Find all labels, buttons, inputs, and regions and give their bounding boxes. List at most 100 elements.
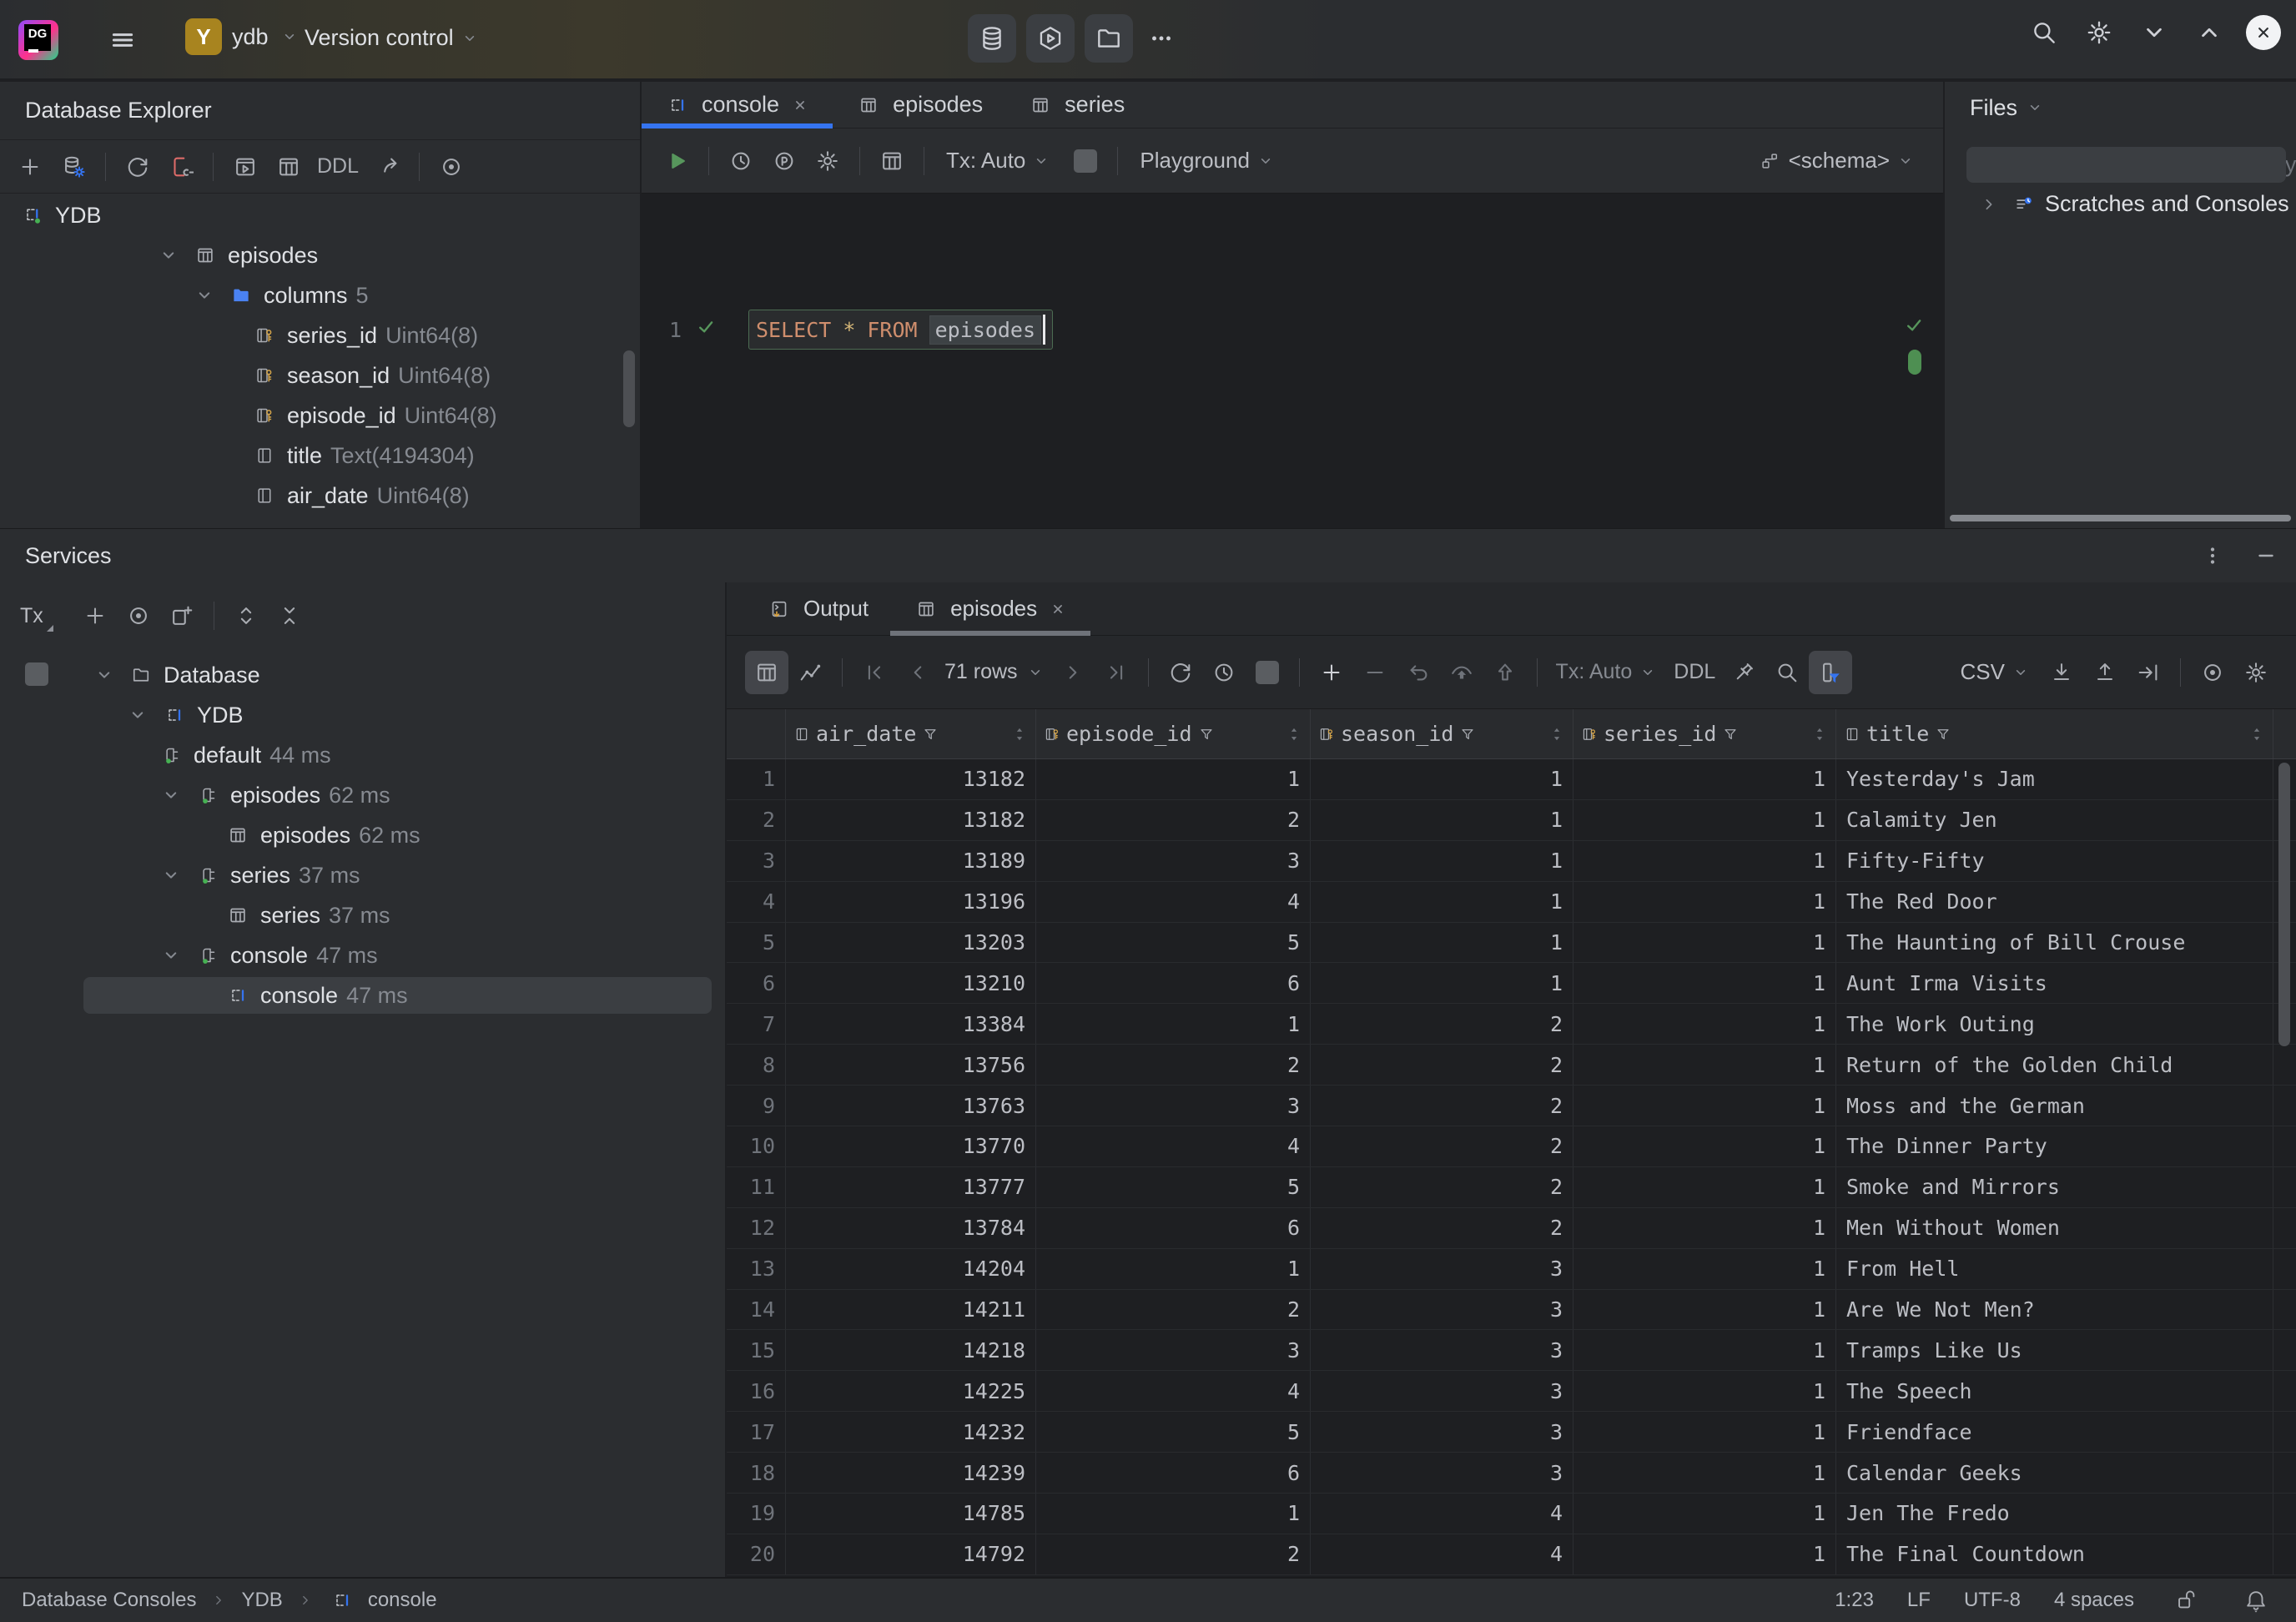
- tree-item-YDB[interactable]: YDB: [0, 695, 725, 735]
- data-cell[interactable]: 6: [1036, 1453, 1311, 1493]
- ddl-button[interactable]: DDL: [310, 154, 365, 179]
- open-in-new-tab-icon[interactable]: [164, 597, 200, 634]
- preview-changes-icon[interactable]: [1443, 654, 1480, 691]
- chevron-up-icon[interactable]: [2191, 14, 2228, 51]
- hide-panel-icon[interactable]: [2248, 537, 2284, 574]
- data-cell[interactable]: 1: [1573, 759, 1836, 799]
- open-in-editor-icon[interactable]: [2130, 654, 2167, 691]
- data-cell[interactable]: 13189: [786, 841, 1036, 881]
- data-cell[interactable]: 3: [1311, 1290, 1573, 1330]
- parameters-icon[interactable]: [766, 143, 803, 179]
- tree-item-columns[interactable]: columns5: [0, 275, 640, 315]
- data-cell[interactable]: 4: [1036, 1126, 1311, 1166]
- data-cell[interactable]: 1: [1573, 1534, 1836, 1574]
- data-cell[interactable]: 1: [1573, 800, 1836, 840]
- inspections-ok-icon[interactable]: [1900, 311, 1928, 340]
- chevron-down-icon[interactable]: [2136, 14, 2173, 51]
- data-cell[interactable]: 1: [1573, 1371, 1836, 1411]
- data-cell[interactable]: 6: [1036, 1208, 1311, 1248]
- data-cell[interactable]: 1: [1573, 1167, 1836, 1207]
- grid-tx-selector[interactable]: Tx: Auto: [1556, 660, 1659, 684]
- data-cell[interactable]: 2: [1036, 1534, 1311, 1574]
- data-cell[interactable]: 1: [1573, 1004, 1836, 1044]
- row-number-cell[interactable]: 14: [727, 1290, 786, 1330]
- data-cell[interactable]: 1: [1573, 923, 1836, 963]
- data-cell[interactable]: 1: [1573, 1086, 1836, 1126]
- data-cell[interactable]: 4: [1311, 1494, 1573, 1534]
- caret-position[interactable]: 1:23: [1835, 1589, 1874, 1612]
- data-cell[interactable]: 1: [1036, 759, 1311, 799]
- chevron-expanded-icon[interactable]: [157, 781, 185, 809]
- row-number-cell[interactable]: 9: [727, 1086, 786, 1126]
- add-row-icon[interactable]: [1313, 654, 1350, 691]
- files-header[interactable]: Files: [1945, 82, 2296, 133]
- data-cell[interactable]: 1: [1036, 1249, 1311, 1289]
- reload-data-icon[interactable]: [1162, 654, 1199, 691]
- tree-item-series[interactable]: series37 ms: [0, 895, 725, 935]
- filter-funnel-icon[interactable]: [1719, 723, 1741, 745]
- data-cell[interactable]: 14232: [786, 1412, 1036, 1452]
- data-cell[interactable]: 1: [1573, 1330, 1836, 1370]
- data-cell[interactable]: 3: [1036, 841, 1311, 881]
- tree-item-default[interactable]: default44 ms: [0, 735, 725, 775]
- data-cell[interactable]: 6: [1036, 963, 1311, 1003]
- editor-tab-series[interactable]: series: [1004, 82, 1146, 128]
- data-cell[interactable]: 4: [1311, 1534, 1573, 1574]
- data-cell[interactable]: Tramps Like Us: [1836, 1330, 2273, 1370]
- editor-tab-console[interactable]: console: [642, 82, 833, 128]
- stop-icon[interactable]: [1074, 149, 1097, 173]
- jump-to-ddl-icon[interactable]: [369, 149, 405, 185]
- data-cell[interactable]: 13777: [786, 1167, 1036, 1207]
- data-cell[interactable]: 13203: [786, 923, 1036, 963]
- data-cell[interactable]: The Dinner Party: [1836, 1126, 2273, 1166]
- lock-icon[interactable]: [2168, 1582, 2204, 1619]
- close-tab-icon[interactable]: [1047, 598, 1069, 620]
- main-menu-icon[interactable]: [104, 22, 141, 58]
- chevron-expanded-icon[interactable]: [154, 241, 183, 269]
- data-cell[interactable]: 3: [1036, 1330, 1311, 1370]
- sort-arrows-icon[interactable]: [1283, 723, 1305, 745]
- settings-gear-icon[interactable]: [2081, 14, 2117, 51]
- data-cell[interactable]: 2: [1311, 1208, 1573, 1248]
- export-format-selector[interactable]: CSV: [1961, 659, 2032, 685]
- data-cell[interactable]: From Hell: [1836, 1249, 2273, 1289]
- refresh-icon[interactable]: [119, 149, 156, 185]
- more-actions-icon[interactable]: [1143, 20, 1180, 57]
- database-tool-button[interactable]: [968, 14, 1016, 63]
- column-header-title[interactable]: title: [1836, 709, 2273, 758]
- tree-item-season_id[interactable]: season_idUint64(8): [0, 355, 640, 395]
- sort-arrows-icon[interactable]: [2246, 723, 2268, 745]
- row-number-cell[interactable]: 19: [727, 1494, 786, 1534]
- filter-funnel-icon[interactable]: [1457, 723, 1478, 745]
- data-cell[interactable]: Fifty-Fifty: [1836, 841, 2273, 881]
- data-cell[interactable]: Friendface: [1836, 1412, 2273, 1452]
- breadcrumb-item[interactable]: Database Consoles: [22, 1589, 196, 1612]
- view-options-icon[interactable]: [120, 597, 157, 634]
- sql-statement[interactable]: SELECT * FROM episodes: [748, 310, 1053, 350]
- tree-item-episodes[interactable]: episodes62 ms: [0, 775, 725, 815]
- row-number-cell[interactable]: 7: [727, 1004, 786, 1044]
- indent-style[interactable]: 4 spaces: [2054, 1589, 2134, 1612]
- chart-view-icon[interactable]: [792, 654, 828, 691]
- chevron-icon[interactable]: [1975, 190, 2003, 219]
- view-options-icon[interactable]: [433, 149, 470, 185]
- column-header-season_id[interactable]: season_id: [1311, 709, 1573, 758]
- tree-item-episodes[interactable]: episodes62 ms: [0, 815, 725, 855]
- data-cell[interactable]: 2: [1311, 1126, 1573, 1166]
- editor-tab-episodes[interactable]: episodes: [833, 82, 1004, 128]
- tree-item-air_date[interactable]: air_dateUint64(8): [0, 476, 640, 516]
- data-cell[interactable]: 1: [1573, 1208, 1836, 1248]
- data-cell[interactable]: 1: [1311, 882, 1573, 922]
- column-header-series_id[interactable]: series_id: [1573, 709, 1836, 758]
- search-everywhere-icon[interactable]: [2026, 14, 2062, 51]
- breadcrumb-item[interactable]: YDB: [241, 1589, 282, 1612]
- row-number-cell[interactable]: 8: [727, 1045, 786, 1085]
- data-cell[interactable]: 13182: [786, 759, 1036, 799]
- data-cell[interactable]: 4: [1036, 1371, 1311, 1411]
- breadcrumb-item[interactable]: console: [368, 1589, 437, 1612]
- data-cell[interactable]: Men Without Women: [1836, 1208, 2273, 1248]
- column-filter-icon[interactable]: [1812, 654, 1849, 691]
- data-cell[interactable]: 13196: [786, 882, 1036, 922]
- row-number-cell[interactable]: 1: [727, 759, 786, 799]
- scrollbar-thumb[interactable]: [2278, 763, 2290, 1046]
